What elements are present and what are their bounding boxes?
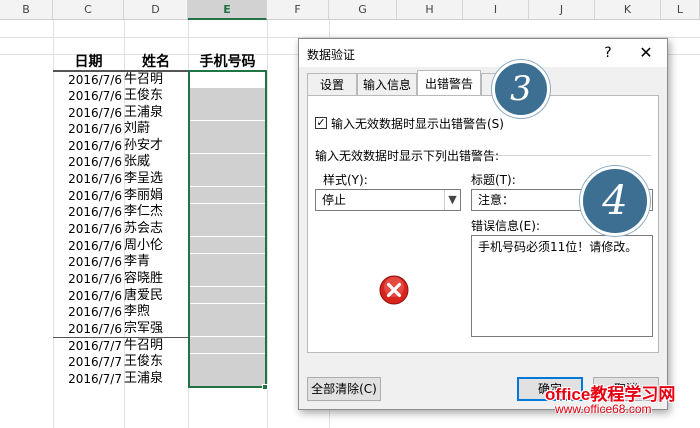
tab-settings[interactable]: 设置 (307, 73, 357, 95)
date-cell[interactable]: 2016/7/6 (53, 221, 122, 237)
column-header-k[interactable]: K (595, 0, 661, 20)
date-cell[interactable]: 2016/7/6 (53, 171, 122, 187)
name-cell[interactable]: 周小伦 (124, 238, 188, 254)
step-3-marker: 3 (492, 60, 550, 118)
date-cell[interactable]: 2016/7/6 (53, 72, 122, 88)
date-cell[interactable]: 2016/7/6 (53, 288, 122, 304)
name-cell[interactable]: 唐爱民 (124, 288, 188, 304)
name-cell[interactable]: 苏会志 (124, 221, 188, 237)
column-header-i[interactable]: I (463, 0, 529, 20)
section-divider (487, 155, 651, 156)
dialog-title: 数据验证 (307, 48, 356, 62)
show-alert-checkbox[interactable]: ✓ (315, 117, 327, 129)
title-label: 标题(T): (471, 173, 516, 187)
chevron-down-icon[interactable]: ▼ (444, 190, 460, 210)
name-cell[interactable]: 李煦 (124, 304, 188, 320)
date-cell[interactable]: 2016/7/7 (53, 354, 122, 370)
dialog-titlebar[interactable]: 数据验证 ? ✕ (299, 39, 667, 67)
column-header-h[interactable]: H (397, 0, 463, 20)
column-header-g[interactable]: G (329, 0, 397, 20)
name-cell[interactable]: 容晓胜 (124, 271, 188, 287)
date-cell[interactable]: 2016/7/6 (53, 271, 122, 287)
clear-all-button[interactable]: 全部清除(C) (307, 377, 381, 401)
column-header-d[interactable]: D (124, 0, 188, 20)
header-date[interactable]: 日期 (53, 54, 124, 70)
date-cell[interactable]: 2016/7/6 (53, 204, 122, 220)
name-cell[interactable]: 宗军强 (124, 321, 188, 337)
name-cell[interactable]: 李仁杰 (124, 204, 188, 220)
style-select-value: 停止 (322, 193, 347, 207)
date-cell[interactable]: 2016/7/7 (53, 338, 122, 354)
name-cell[interactable]: 张威 (124, 154, 188, 170)
header-phone[interactable]: 手机号码 (188, 54, 267, 70)
date-cell[interactable]: 2016/7/6 (53, 88, 122, 104)
header-name[interactable]: 姓名 (124, 54, 188, 70)
gridline (267, 20, 268, 428)
column-header-f[interactable]: F (267, 0, 329, 20)
name-cell[interactable]: 王俊东 (124, 354, 188, 370)
name-cell[interactable]: 王浦泉 (124, 105, 188, 121)
name-cell[interactable]: 王俊东 (124, 88, 188, 104)
name-cell[interactable]: 李丽娟 (124, 188, 188, 204)
selection-range[interactable] (188, 70, 267, 388)
message-textarea[interactable]: 手机号码必须11位！请修改。 (471, 235, 653, 337)
date-cell[interactable]: 2016/7/6 (53, 254, 122, 270)
watermark-url: www.office68.com (555, 402, 652, 416)
date-cell[interactable]: 2016/7/6 (53, 304, 122, 320)
column-header-l[interactable]: L (661, 0, 700, 20)
help-button[interactable]: ? (599, 43, 617, 63)
style-select[interactable]: 停止 ▼ (315, 189, 461, 211)
message-label: 错误信息(E): (471, 219, 540, 233)
column-header-c[interactable]: C (53, 0, 124, 20)
step-4-marker: 4 (580, 166, 650, 236)
tab-input-message[interactable]: 输入信息 (357, 73, 417, 95)
date-cell[interactable]: 2016/7/6 (53, 138, 122, 154)
date-cell[interactable]: 2016/7/7 (53, 371, 122, 387)
fill-handle[interactable] (262, 384, 268, 390)
date-cell[interactable]: 2016/7/6 (53, 121, 122, 137)
date-cell[interactable]: 2016/7/6 (53, 154, 122, 170)
name-cell[interactable]: 王浦泉 (124, 371, 188, 387)
section-label: 输入无效数据时显示下列出错警告: (315, 149, 500, 163)
date-cell[interactable]: 2016/7/6 (53, 238, 122, 254)
column-header-j[interactable]: J (529, 0, 595, 20)
name-cell[interactable]: 刘蔚 (124, 121, 188, 137)
date-cell[interactable]: 2016/7/6 (53, 188, 122, 204)
name-cell[interactable]: 李青 (124, 254, 188, 270)
name-cell[interactable]: 李呈选 (124, 171, 188, 187)
name-cell[interactable]: 孙安才 (124, 138, 188, 154)
stop-error-icon (379, 275, 409, 305)
style-label: 样式(Y): (323, 173, 368, 187)
name-cell[interactable]: 牛召明 (124, 338, 188, 354)
tab-error-alert[interactable]: 出错警告 (417, 70, 481, 96)
show-alert-checkbox-label[interactable]: 输入无效数据时显示出错警告(S) (331, 115, 504, 132)
date-cell[interactable]: 2016/7/6 (53, 105, 122, 121)
name-cell[interactable]: 牛召明 (124, 72, 188, 88)
column-header-b[interactable]: B (0, 0, 53, 20)
column-header-e[interactable]: E (188, 0, 267, 20)
close-icon[interactable]: ✕ (635, 43, 657, 63)
date-cell[interactable]: 2016/7/6 (53, 321, 122, 337)
